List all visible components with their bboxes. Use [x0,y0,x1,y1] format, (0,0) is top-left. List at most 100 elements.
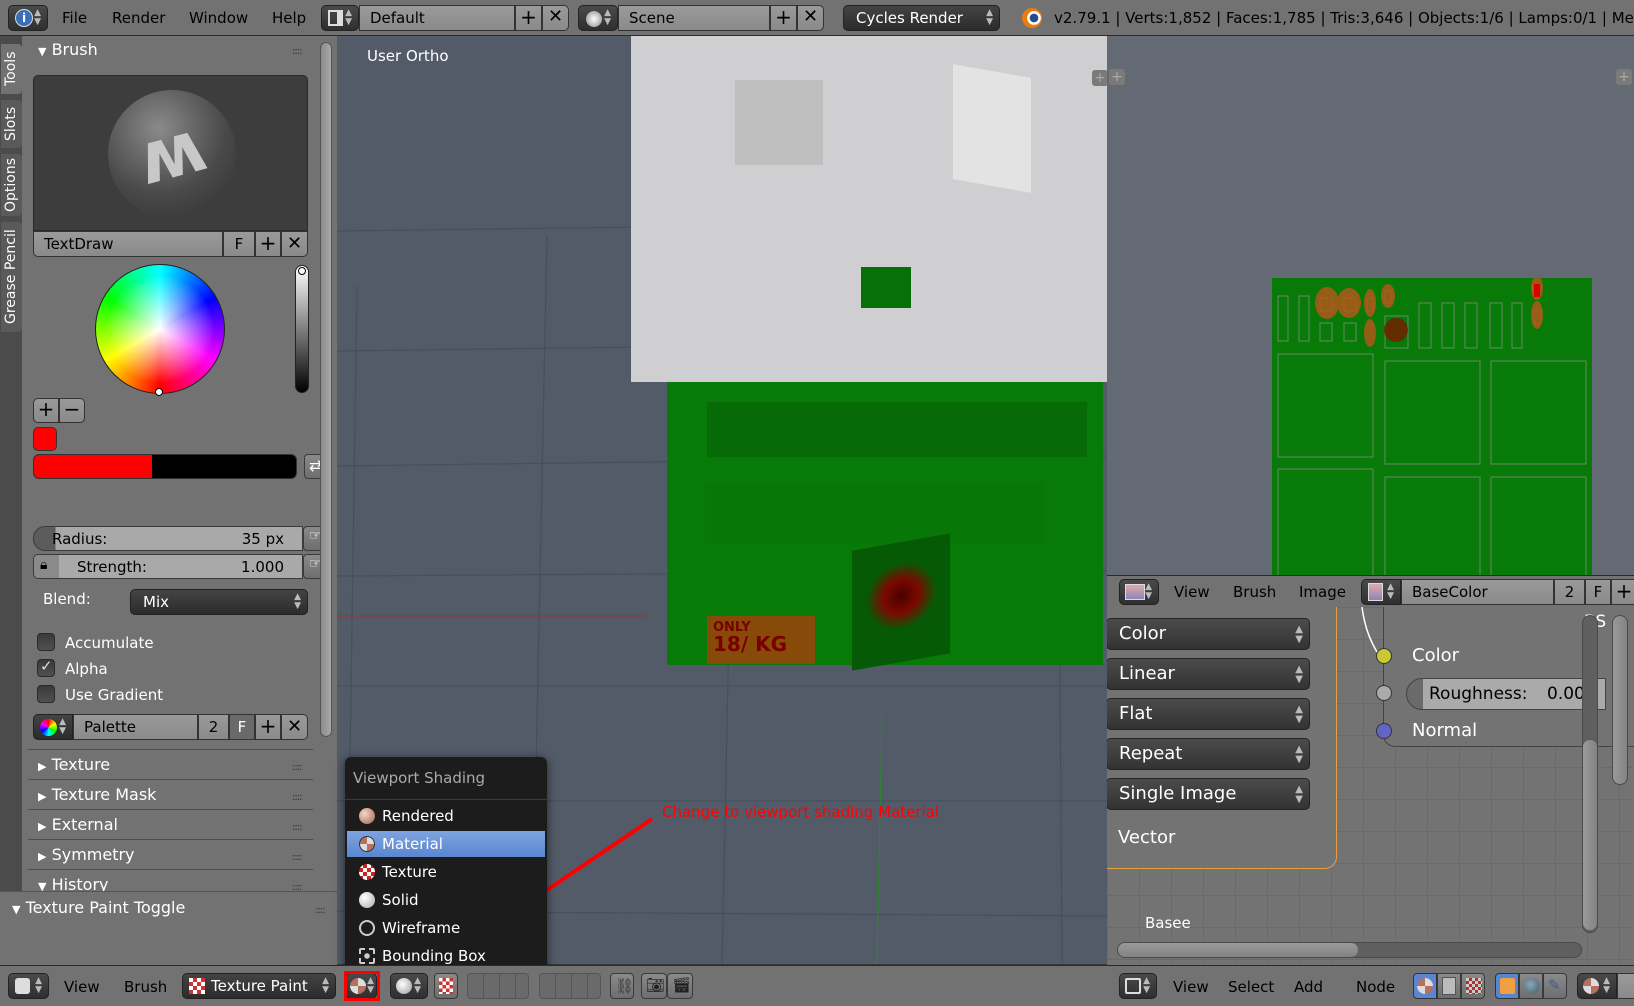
alpha-checkbox[interactable]: ✓ [37,657,55,677]
remove-palette-button[interactable]: ✕ [281,714,308,740]
compositing-nodes-button[interactable] [1437,973,1461,999]
editor-type-info-button[interactable]: i ▲ ▼ [8,5,48,31]
remove-palette-color-button[interactable]: − [59,398,85,423]
roughness-input-socket[interactable] [1376,685,1392,701]
strength-slider[interactable]: 🔒︎ Strength: 1.000 [33,554,303,579]
remove-brush-button[interactable]: ✕ [281,231,308,257]
add-brush-button[interactable]: + [255,231,281,257]
menu-render[interactable]: Render [112,9,165,27]
drag-handle-icon[interactable]: :::: [292,46,303,57]
image-fake-user-button[interactable]: F [1585,579,1611,605]
editor-type-selector[interactable]: ▲ ▼ [1119,579,1159,605]
lock-camera-button[interactable]: ⛓ [610,973,634,999]
scene-name-field[interactable]: Scene [618,5,770,31]
render-engine-selector[interactable]: Cycles Render ▲ ▼ [843,5,1000,31]
drag-handle-icon[interactable]: :::: [292,792,303,803]
palette-fake-user-button[interactable]: F [229,714,255,740]
palette-selector[interactable]: ▲ ▼ [33,714,73,740]
vertical-scrollbar-thumb[interactable] [1583,740,1597,930]
menu-brush[interactable]: Brush [124,978,167,996]
editor-type-selector[interactable]: ▲ ▼ [1119,973,1157,999]
image-browse-selector[interactable]: ▲ ▼ [1361,579,1401,605]
region-expand-button[interactable]: + [1616,69,1632,85]
operator-panel-header[interactable]: ▼ Texture Paint Toggle [12,898,185,917]
opengl-render-button[interactable]: 📷︎ [641,973,667,999]
region-expand-button[interactable]: + [1092,70,1107,86]
image-users-count[interactable]: 2 [1554,579,1585,605]
tab-options[interactable]: Options [1,154,22,216]
menu-window[interactable]: Window [189,9,248,27]
pivot-point-selector[interactable]: ▲ ▼ [390,973,428,999]
menu-brush[interactable]: Brush [1233,583,1276,601]
menu-item-texture[interactable]: Texture [347,859,545,885]
brush-name-field[interactable]: TextDraw [33,231,223,257]
texture-nodes-button[interactable] [1461,973,1485,999]
palette-color-swatch[interactable] [33,427,57,451]
object-shader-button[interactable] [1495,973,1519,999]
brush-preview[interactable]: ʍ [33,75,308,231]
menu-help[interactable]: Help [272,9,306,27]
delete-layout-button[interactable]: ✕ [542,5,569,31]
image-editor[interactable]: + + [1107,36,1634,575]
layout-name-field[interactable]: Default [359,5,515,31]
material-browse-selector[interactable]: ▲ ▼ [1577,973,1617,999]
tab-tools[interactable]: Tools [1,44,22,94]
extension-dropdown[interactable]: Repeat ▲ ▼ [1107,738,1310,770]
panel-header-external[interactable]: ▶ External [38,815,118,834]
layer-buttons-1[interactable] [467,973,529,999]
panel-header-texture[interactable]: ▶ Texture [38,755,110,774]
mode-selector[interactable]: Texture Paint ▲ ▼ [182,973,336,999]
sidebar-scrollbar[interactable] [1612,615,1628,785]
roughness-slider[interactable]: Roughness: 0.00 [1406,678,1606,710]
layer-buttons-2[interactable] [539,973,601,999]
menu-image[interactable]: Image [1299,583,1346,601]
menu-item-wireframe[interactable]: Wireframe [347,915,545,941]
shader-nodes-button[interactable] [1413,973,1437,999]
use-gradient-checkbox[interactable] [37,685,55,703]
tab-grease-pencil[interactable]: Grease Pencil [1,222,22,332]
drag-handle-icon[interactable]: :::: [292,762,303,773]
uv-texture-canvas[interactable] [1272,276,1592,575]
drag-handle-icon[interactable]: :::: [292,852,303,863]
color-input-socket[interactable] [1376,648,1392,664]
add-palette-color-button[interactable]: + [33,398,59,423]
menu-item-solid[interactable]: Solid [347,887,545,913]
opengl-animation-button[interactable]: 🎬︎ [667,973,693,999]
new-image-button[interactable]: + [1611,579,1634,605]
screen-layout-selector[interactable]: ▲ ▼ [321,5,359,31]
menu-view[interactable]: View [1173,978,1209,996]
face-mask-toggle[interactable] [434,973,458,999]
normal-input-socket[interactable] [1376,723,1392,739]
menu-view[interactable]: View [1174,583,1210,601]
region-expand-button[interactable]: + [1109,69,1125,85]
drag-handle-icon[interactable]: :::: [315,905,326,916]
scene-selector[interactable]: ▲ ▼ [578,5,618,31]
delete-scene-button[interactable]: ✕ [797,5,824,31]
menu-item-rendered[interactable]: Rendered [347,803,545,829]
world-shader-button[interactable] [1519,973,1543,999]
radius-slider[interactable]: Radius: 35 px [33,526,303,551]
palette-name-field[interactable]: Palette [73,714,198,740]
linestyle-shader-button[interactable]: ✎ [1543,973,1567,999]
value-slider[interactable] [295,265,309,393]
menu-file[interactable]: File [62,9,87,27]
accumulate-checkbox[interactable] [37,633,55,651]
add-scene-button[interactable]: + [770,5,797,31]
horizontal-scrollbar[interactable] [1117,942,1582,958]
source-dropdown[interactable]: Single Image ▲ ▼ [1107,778,1310,810]
material-name-field[interactable] [1617,973,1634,999]
color-wheel[interactable] [95,264,225,396]
menu-node[interactable]: Node [1356,978,1395,996]
menu-select[interactable]: Select [1228,978,1274,996]
lock-icon[interactable]: 🔒︎ [40,557,47,573]
tab-slots[interactable]: Slots [1,100,22,148]
palette-users-count[interactable]: 2 [198,714,229,740]
blend-mode-selector[interactable]: Mix ▲ ▼ [130,589,308,615]
brush-color-gradient[interactable] [33,454,297,479]
brush-panel-header[interactable]: ▼ Brush [38,40,98,59]
color-picker-cursor[interactable] [155,388,163,396]
value-slider-handle[interactable] [298,267,306,275]
editor-type-selector[interactable]: ▲ ▼ [8,973,49,999]
panel-header-texture-mask[interactable]: ▶ Texture Mask [38,785,156,804]
horizontal-scrollbar-thumb[interactable] [1118,943,1358,957]
